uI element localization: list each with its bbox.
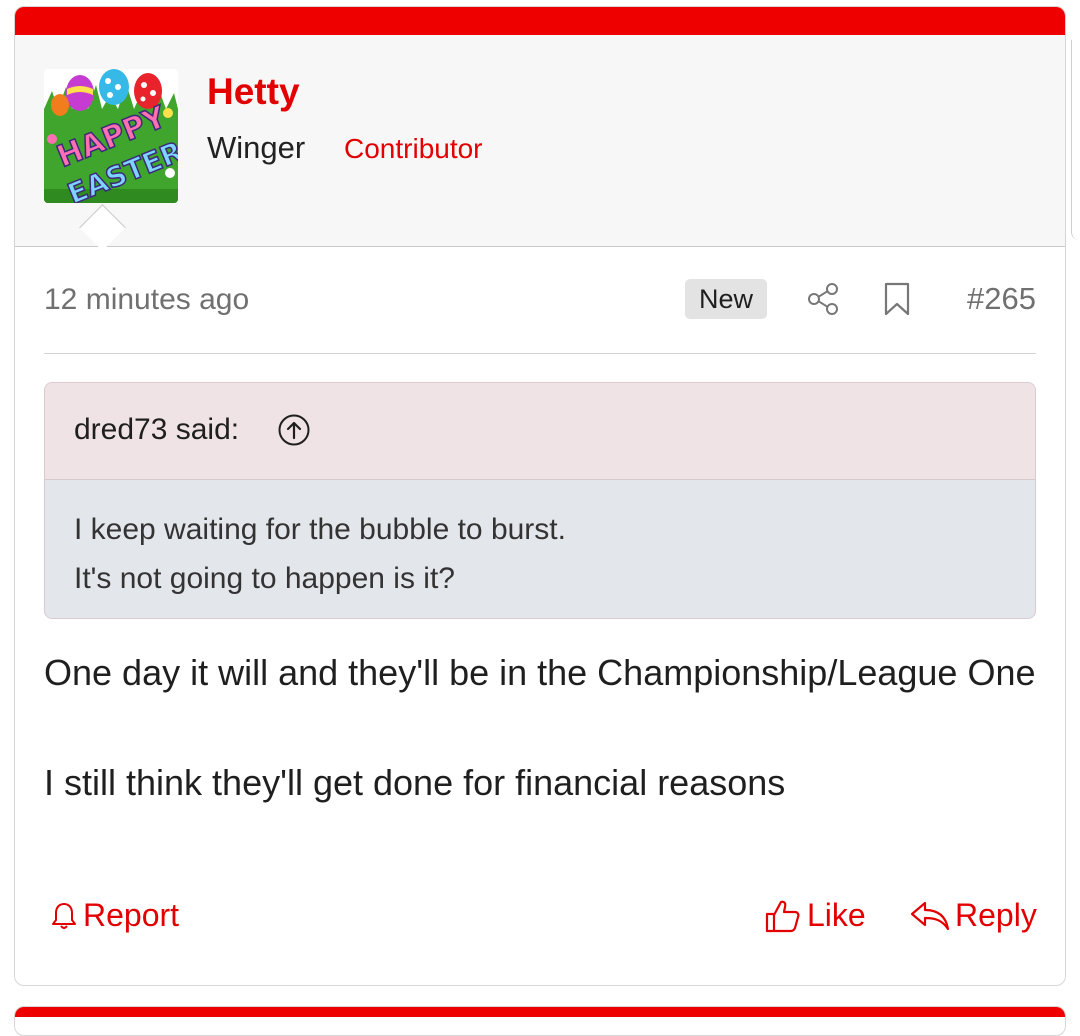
reply-label: Reply — [955, 897, 1037, 933]
quote-line: I keep waiting for the bubble to burst. — [74, 513, 566, 546]
like-label: Like — [807, 897, 866, 933]
new-badge: New — [685, 279, 767, 319]
post-top-bar — [15, 7, 1065, 35]
user-banner: Contributor — [344, 133, 483, 164]
easter-avatar-image: HAPPY EASTER — [44, 69, 178, 203]
like-button[interactable]: Like — [763, 897, 866, 934]
bell-icon — [52, 902, 76, 929]
next-post-top-bar — [15, 1007, 1065, 1017]
reply-button[interactable]: Reply — [909, 897, 1037, 934]
username[interactable]: Hetty — [207, 71, 300, 113]
quote-header: dred73 said: — [45, 383, 1035, 480]
user-title: Winger — [207, 130, 306, 165]
user-header: HAPPY EASTER Hetty Winger Contributor — [15, 35, 1065, 247]
quote-line: It's not going to happen is it? — [74, 562, 455, 595]
bookmark-icon[interactable] — [882, 281, 912, 317]
post-message: One day it will and they'll be in the Ch… — [44, 645, 1044, 810]
forum-post: HAPPY EASTER Hetty Winger Contributor 12… — [14, 6, 1066, 986]
report-label: Report — [83, 897, 180, 933]
quote-block: dred73 said: I keep waiting for the bubb… — [44, 382, 1036, 619]
message-paragraph: One day it will and they'll be in the Ch… — [44, 652, 1036, 693]
meta-divider — [44, 353, 1036, 354]
avatar[interactable]: HAPPY EASTER — [44, 69, 178, 203]
next-post-card — [14, 1006, 1066, 1036]
quote-author[interactable]: dred73 said: — [74, 413, 239, 447]
post-meta-row: 12 minutes ago New #265 — [44, 275, 1036, 325]
quote-body: I keep waiting for the bubble to burst. … — [74, 505, 566, 603]
post-actions: Report Like Reply — [15, 897, 1065, 947]
report-button[interactable]: Report — [49, 897, 179, 934]
reply-arrow-icon — [910, 901, 950, 930]
post-number[interactable]: #265 — [967, 281, 1036, 317]
post-timestamp[interactable]: 12 minutes ago — [44, 283, 249, 317]
arrow-up-circle-icon[interactable] — [277, 413, 311, 447]
share-icon[interactable] — [805, 281, 841, 317]
thumbs-up-icon — [765, 900, 800, 932]
scrollbar-edge — [1071, 40, 1080, 240]
message-paragraph: I still think they'll get done for finan… — [44, 762, 786, 803]
